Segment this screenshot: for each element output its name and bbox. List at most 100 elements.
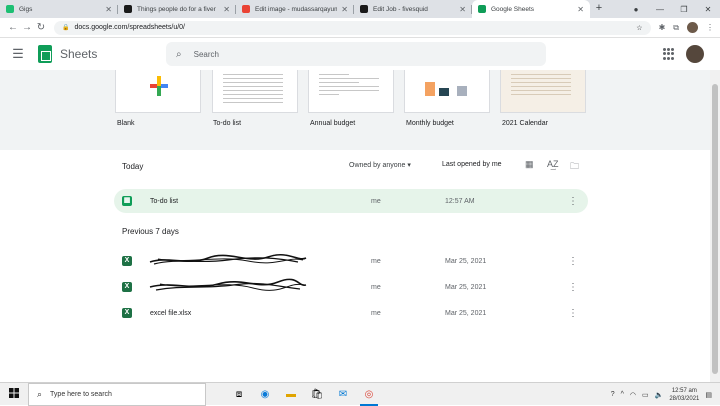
tab-title: Things people do for a fiver — [137, 5, 216, 13]
wifi-icon[interactable]: ◠ — [630, 391, 636, 399]
grid-view-icon[interactable]: ▦ — [525, 159, 534, 170]
excel-file-icon: X — [122, 282, 132, 292]
taskbar-search-input[interactable]: ⌕ Type here to search — [28, 382, 206, 406]
chart-thumbnail — [425, 82, 435, 96]
tab-title: Edit image - mudassarqayum — [255, 5, 338, 13]
close-icon[interactable]: ✕ — [223, 5, 230, 14]
template-calendar[interactable] — [500, 70, 586, 113]
scrollbar-thumb[interactable] — [712, 84, 718, 374]
folder-icon[interactable]: 🗀 — [570, 159, 579, 175]
file-name: To-do list — [150, 197, 179, 205]
template-blank[interactable] — [115, 70, 201, 113]
taskbar-search-placeholder: Type here to search — [50, 390, 112, 398]
volume-icon[interactable]: 🔈 — [655, 391, 664, 399]
app-title[interactable]: Sheets — [60, 47, 160, 61]
tab-google-sheets[interactable]: Google Sheets ✕ — [472, 0, 590, 18]
window-controls: ● — ❐ ✕ — [624, 0, 720, 18]
battery-icon[interactable]: ▭ — [642, 391, 649, 399]
address-row: ← → ↻ 🔒 docs.google.com/spreadsheets/u/0… — [0, 18, 720, 38]
menu-icon[interactable]: ⋮ — [706, 23, 714, 32]
reload-icon[interactable]: ↻ — [34, 22, 48, 33]
chart-thumbnail — [457, 86, 467, 96]
profile-dot-icon[interactable]: ● — [624, 5, 648, 14]
file-row[interactable]: X me Mar 25, 2021 ⋮ — [114, 249, 588, 273]
new-tab-button[interactable]: + — [590, 0, 608, 18]
task-view-icon[interactable]: ⧈ — [226, 383, 252, 406]
file-explorer-icon[interactable]: ▬ — [278, 383, 304, 406]
tab-edit-image[interactable]: Edit image - mudassarqayum ✕ — [236, 0, 354, 18]
windows-start-icon[interactable] — [0, 385, 28, 403]
more-options-icon[interactable]: ⋮ — [568, 282, 578, 293]
puzzle-icon[interactable]: ⧉ — [673, 23, 679, 33]
search-placeholder: Search — [193, 49, 219, 59]
close-icon[interactable]: ✕ — [341, 5, 348, 14]
star-icon[interactable]: ☆ — [636, 24, 642, 32]
owned-by-dropdown[interactable]: Owned by anyone ▾ — [349, 161, 411, 169]
tab-things-people-do[interactable]: Things people do for a fiver ✕ — [118, 0, 236, 18]
sort-last-opened[interactable]: Last opened by me — [442, 161, 502, 168]
section-heading-previous: Previous 7 days — [122, 227, 179, 236]
chevron-up-icon[interactable]: ^ — [621, 391, 624, 398]
search-icon[interactable]: ⌕ — [176, 49, 182, 60]
owned-by-label: Owned by anyone — [349, 162, 406, 169]
avatar[interactable] — [687, 22, 698, 33]
back-icon[interactable]: ← — [6, 22, 20, 33]
sort-az-icon[interactable]: A͢Z — [547, 159, 559, 169]
address-bar[interactable]: 🔒 docs.google.com/spreadsheets/u/0/ ☆ — [54, 20, 651, 35]
file-date: Mar 25, 2021 — [445, 283, 487, 291]
tab-title: Edit Job - fivesquid — [373, 5, 428, 13]
hamburger-menu-icon[interactable]: ☰ — [0, 46, 36, 62]
close-icon[interactable]: ✕ — [459, 5, 466, 14]
more-options-icon[interactable]: ⋮ — [568, 196, 578, 207]
file-date: 12:57 AM — [445, 197, 475, 205]
clock-time: 12:57 am — [671, 387, 697, 394]
extensions-area: ✱ ⧉ ⋮ — [659, 22, 714, 33]
clock[interactable]: 12:57 am 28/03/2021 — [669, 387, 699, 403]
search-input[interactable]: ⌕ Search — [166, 42, 546, 66]
file-row[interactable]: X excel file.xlsx me Mar 25, 2021 ⋮ — [114, 301, 588, 325]
template-annual-budget[interactable] — [308, 70, 394, 113]
redacted-filename — [149, 253, 307, 265]
chevron-down-icon: ▾ — [407, 162, 411, 169]
tab-title: Gigs — [19, 5, 33, 13]
fiverr-icon — [6, 5, 14, 13]
vertical-scrollbar[interactable] — [710, 70, 720, 382]
store-icon[interactable]: 🛍 — [304, 383, 330, 406]
browser-tab-strip: Gigs ✕ Things people do for a fiver ✕ Ed… — [0, 0, 720, 18]
extension-icon[interactable]: ✱ — [659, 23, 666, 32]
lock-icon[interactable]: 🔒 — [62, 24, 69, 31]
close-window-icon[interactable]: ✕ — [696, 5, 720, 14]
template-label: Monthly budget — [406, 120, 454, 127]
more-options-icon[interactable]: ⋮ — [568, 256, 578, 267]
avatar[interactable] — [686, 45, 704, 63]
more-options-icon[interactable]: ⋮ — [568, 308, 578, 319]
sheets-file-icon: ▦ — [122, 196, 132, 206]
apps-grid-icon[interactable] — [663, 48, 675, 60]
file-row[interactable]: X me Mar 25, 2021 ⋮ — [114, 275, 588, 299]
file-date: Mar 25, 2021 — [445, 309, 487, 317]
file-owner: me — [371, 309, 381, 317]
plus-icon — [157, 76, 161, 96]
template-label: To-do list — [213, 120, 242, 127]
sheets-logo-icon[interactable] — [38, 45, 52, 63]
minimize-icon[interactable]: — — [648, 5, 672, 14]
sheets-header: ☰ Sheets ⌕ Search — [0, 38, 720, 70]
close-icon[interactable]: ✕ — [105, 5, 112, 14]
forward-icon[interactable]: → — [20, 22, 34, 33]
notifications-icon[interactable]: ▤ — [705, 391, 712, 399]
restore-icon[interactable]: ❐ — [672, 5, 696, 14]
sheets-icon — [478, 5, 486, 13]
tab-gigs[interactable]: Gigs ✕ — [0, 0, 118, 18]
tab-edit-job[interactable]: Edit Job - fivesquid ✕ — [354, 0, 472, 18]
chrome-icon[interactable]: ◎ — [356, 383, 382, 406]
close-icon[interactable]: ✕ — [577, 5, 584, 14]
template-label: 2021 Calendar — [502, 120, 548, 127]
template-todo[interactable] — [212, 70, 298, 113]
edge-icon[interactable]: ◉ — [252, 383, 278, 406]
file-row[interactable]: ▦ To-do list me 12:57 AM ⋮ — [114, 189, 588, 213]
system-tray: ? ^ ◠ ▭ 🔈 12:57 am 28/03/2021 ▤ — [611, 383, 712, 406]
template-label: Blank — [117, 120, 135, 127]
template-monthly-budget[interactable] — [404, 70, 490, 113]
help-icon[interactable]: ? — [611, 391, 615, 398]
mail-icon[interactable]: ✉ — [330, 383, 356, 406]
